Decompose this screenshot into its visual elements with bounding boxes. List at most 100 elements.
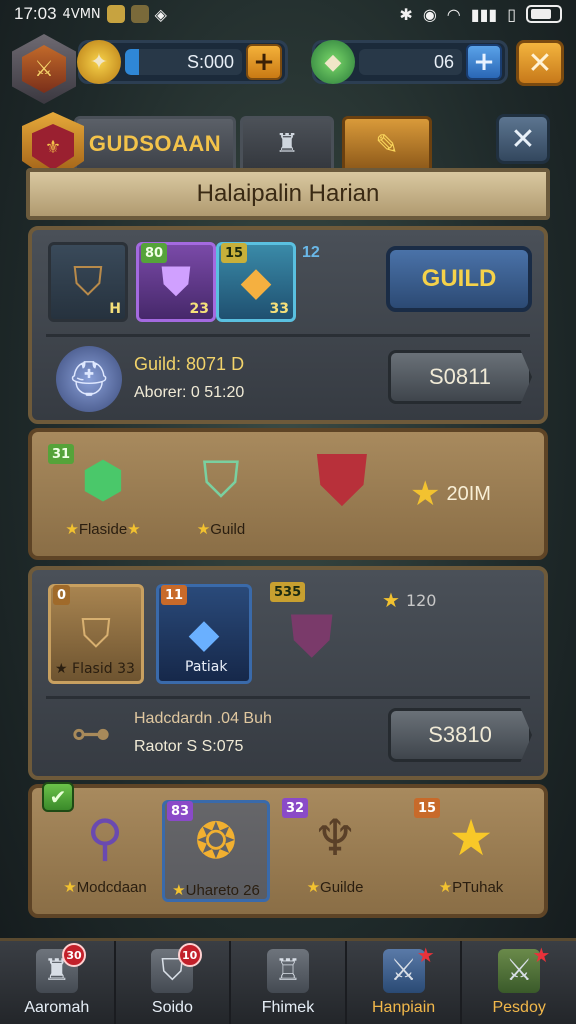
nav-badge: 30	[62, 943, 86, 967]
quest-info: Hadcdardn .04 Buh	[134, 710, 272, 727]
bluetooth-icon: ✱	[399, 4, 413, 24]
reward-slot[interactable]: 15 ◆ 33	[216, 242, 296, 322]
slot-count: 23	[189, 301, 209, 317]
reward-caption: Guilde	[320, 879, 364, 896]
scroll-icon: ⊶	[71, 711, 111, 757]
reward-amount: ★ 20IM	[410, 474, 491, 514]
reward-slot[interactable]: 80 ⛊ 23	[136, 242, 216, 322]
slot-badge: 32	[282, 798, 309, 818]
slot-badge: 0	[53, 585, 71, 605]
add-gems-button[interactable]: +	[466, 44, 502, 80]
panel-close-button[interactable]: ✕	[496, 114, 550, 164]
tab-guild[interactable]: GUDSOAAN	[74, 116, 236, 172]
status-carrier: 4VMN	[62, 6, 101, 22]
divider	[46, 696, 530, 699]
blue-gem-icon: ◆	[188, 611, 220, 657]
reward-item[interactable]: ⚲ ★Modcdaan	[46, 800, 164, 896]
castle-icon: ♖	[266, 948, 309, 993]
new-star-icon: ★	[416, 943, 435, 967]
claim-button-label: S0811	[429, 364, 491, 389]
slot-badge: 15	[221, 243, 248, 263]
claim-button[interactable]: S0811	[388, 350, 532, 404]
app-notification-icon	[130, 5, 149, 23]
reward-caption: Flaside	[78, 521, 128, 538]
reward-item[interactable]: 83 ❂ ★Uhareto 26	[162, 800, 270, 902]
reward-slot[interactable]: ⛉ H	[48, 242, 128, 322]
purple-shield-icon: ⛊	[161, 259, 191, 305]
nav-label: Pesdoy	[492, 998, 546, 1016]
nfc-icon: ◈	[154, 4, 167, 24]
nav-label: Hanpiain	[372, 998, 436, 1016]
tab-guild-label: GUDSOAAN	[88, 131, 222, 156]
crest-shield-icon: ⛊	[315, 438, 369, 521]
reward-item[interactable]: 32 ♆ ★Guilde	[280, 798, 390, 896]
gold-counter: ✦ S:000 +	[77, 40, 288, 84]
guild-button[interactable]: GUILD	[386, 246, 532, 312]
crystal-shield-icon: ⛉	[202, 450, 240, 509]
timer-info: Aborer: 0 51:20	[134, 384, 245, 401]
reward-slot[interactable]: 535 ⛊	[268, 582, 368, 684]
star-icon: ★	[410, 474, 441, 514]
reward-panel-1: ⛉ H 80 ⛊ 23 15 ◆ 33 12 GUILD ⛑ Guild: 80…	[28, 226, 548, 424]
spyglass-icon: ⚲	[86, 809, 124, 867]
gold-coin-icon: ✦	[77, 40, 121, 84]
slot-caption-text: Flasid	[72, 661, 113, 677]
helmet-gem-icon: ⬢	[81, 451, 125, 509]
status-time: 17:03	[14, 4, 57, 23]
page-title: Halaipalin Harian	[26, 168, 550, 220]
nav-label: Soido	[151, 998, 193, 1016]
reward-item[interactable]: ⛉ ★Guild	[166, 442, 276, 539]
nav-item-1[interactable]: ♜ 30 Aaromah	[0, 941, 116, 1024]
slot-badge: 83	[167, 801, 194, 821]
nav-item-2[interactable]: ⛉ 10 Soido	[116, 941, 232, 1024]
reward-item[interactable]: ⬢ ★Flaside★	[48, 442, 158, 538]
shield-icon: ⛉	[81, 611, 111, 657]
status-bar: 17:03 4VMN ◈ ✱ ◉ ◠ ▮▮▮ ▯	[0, 0, 576, 28]
guild-info: Guild: 8071 D	[134, 354, 245, 374]
reward-caption: Modcdaan	[76, 879, 147, 896]
claim-button[interactable]: S3810	[388, 708, 532, 762]
add-gold-button[interactable]: +	[246, 44, 282, 80]
tab-castle[interactable]: ♜	[240, 116, 334, 172]
slot-count: 33	[269, 301, 289, 317]
claim-button-label: S3810	[428, 722, 492, 747]
reward-item[interactable]: 15 ★ ★PTuhak	[412, 798, 530, 896]
slot-caption: Patiak	[185, 659, 228, 675]
nav-item-5[interactable]: ⚔ ★ Pesdoy	[462, 941, 576, 1024]
tab-quests[interactable]: ✎	[342, 116, 432, 172]
purple-crest-icon: ⛊	[290, 602, 334, 670]
star-count-text: 120	[405, 590, 437, 610]
nav-badge: 10	[177, 943, 202, 967]
reward-slot[interactable]: 11 ◆ Patiak	[156, 584, 252, 684]
reward-caption: Uhareto 26	[185, 882, 260, 899]
nav-item-3[interactable]: ♖ Fhimek	[231, 941, 347, 1024]
reward-slot[interactable]: 0 ⛉ ★ Flasid 33	[48, 584, 144, 684]
slot-badge: 535	[270, 582, 306, 602]
shield-icon: ⛉	[73, 259, 103, 305]
reward-caption: Guild	[210, 521, 246, 538]
gem-arrow-icon: ◆	[240, 259, 272, 305]
reward-caption: PTuhak	[452, 879, 504, 896]
extra-count: 12	[302, 244, 320, 261]
guild-button-label: GUILD	[421, 265, 497, 292]
battery-icon	[526, 5, 562, 23]
page-title-text: Halaipalin Harian	[196, 180, 380, 207]
nav-label: Aaromah	[24, 998, 90, 1016]
player-avatar[interactable]: ⚔	[12, 34, 76, 104]
gem-icon: ◆	[311, 40, 355, 84]
gem-amount: 06	[359, 49, 462, 75]
nav-item-4[interactable]: ⚔ ★ Hanpiain	[347, 941, 463, 1024]
reward-amount-text: 20IM	[446, 482, 491, 505]
reward-panel-3: 0 ⛉ ★ Flasid 33 11 ◆ Patiak 535 ⛊ ★ 120 …	[28, 566, 548, 780]
close-button[interactable]: ✕	[516, 40, 564, 86]
app-notification-icon	[106, 5, 125, 23]
reward-panel-2: 31 ⬢ ★Flaside★ ⛉ ★Guild ⛊ ★ 20IM	[28, 428, 548, 560]
avatar-emblem-icon: ⚔	[22, 45, 66, 93]
divider	[46, 334, 530, 337]
signal-icon: ▮▮▮	[470, 4, 498, 24]
sim-icon: ▯	[507, 4, 516, 24]
gem-counter: ◆ 06 +	[311, 40, 508, 84]
reward-item[interactable]: ⛊	[282, 438, 402, 521]
new-star-icon: ★	[532, 943, 551, 967]
star-icon: ★	[382, 588, 400, 612]
